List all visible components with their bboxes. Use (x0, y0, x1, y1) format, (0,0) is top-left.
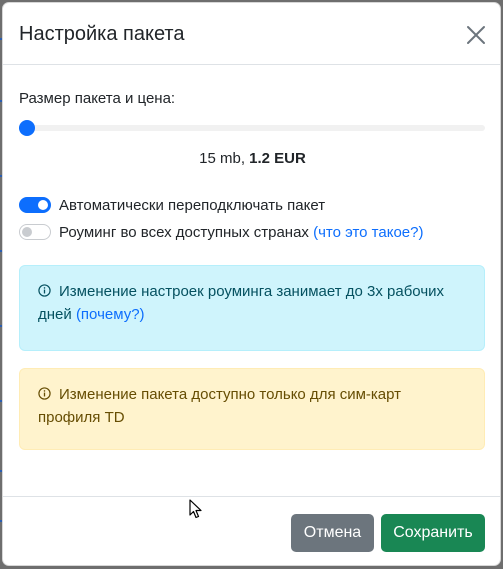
why-link[interactable]: (почему?) (76, 306, 145, 323)
roaming-help-link[interactable]: (что это такое?) (313, 224, 423, 241)
auto-reconnect-toggle[interactable] (19, 197, 51, 213)
roaming-toggle[interactable] (19, 224, 51, 240)
roaming-info-alert: Изменение настроек роуминга занимает до … (19, 265, 485, 351)
auto-reconnect-row: Автоматически переподключать пакет (19, 194, 325, 216)
package-size-label: Размер пакета и цена: (19, 90, 176, 107)
sim-profile-warning-text: Изменение пакета доступно только для сим… (38, 386, 402, 426)
modal-header: Настройка пакета (3, 3, 500, 65)
close-icon (462, 21, 490, 49)
package-settings-modal: Настройка пакета Размер пакета и цена: 1… (2, 2, 501, 566)
info-circle-icon (38, 387, 51, 400)
package-price-value: 1.2 EUR (249, 150, 306, 167)
slider-thumb[interactable] (19, 120, 35, 136)
modal-footer: Отмена Сохранить (3, 496, 500, 565)
auto-reconnect-label: Автоматически переподключать пакет (59, 196, 326, 214)
package-size-slider[interactable] (19, 120, 485, 136)
info-circle-icon (38, 284, 51, 297)
roaming-row: Роуминг во всех доступных странах (что э… (19, 221, 423, 243)
sim-profile-warning-alert: Изменение пакета доступно только для сим… (19, 368, 485, 450)
modal-title: Настройка пакета (19, 23, 185, 45)
mouse-cursor-icon (189, 499, 203, 519)
package-price: 15 mb, 1.2 EUR (3, 149, 500, 169)
roaming-label: Роуминг во всех доступных странах (59, 223, 309, 241)
cancel-button[interactable]: Отмена (291, 514, 374, 552)
save-button[interactable]: Сохранить (381, 514, 485, 552)
close-button[interactable] (462, 21, 490, 49)
package-size-value: 15 mb, (199, 150, 250, 167)
modal-body: Размер пакета и цена: 15 mb, 1.2 EUR Авт… (3, 65, 500, 497)
